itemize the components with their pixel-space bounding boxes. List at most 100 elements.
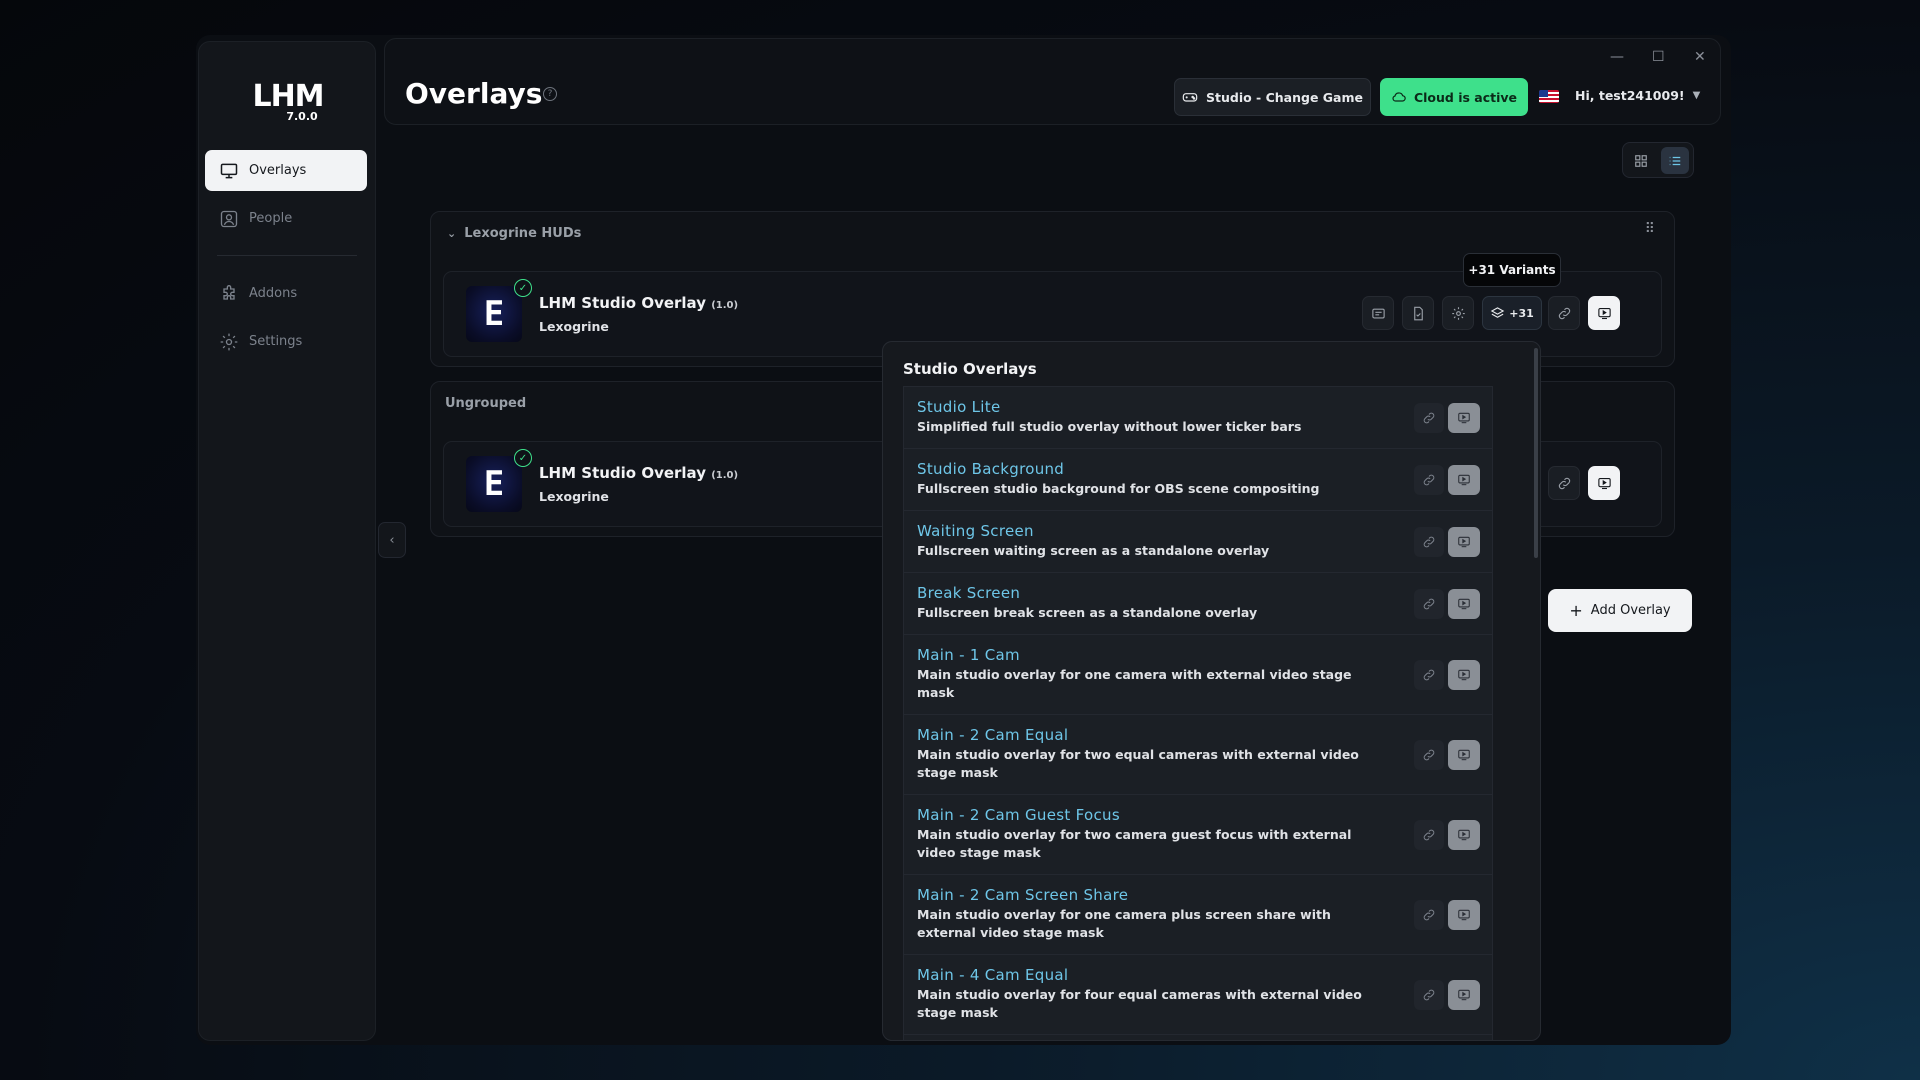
variant-item[interactable]: Main - 4 Cam Guest Focus: [903, 1035, 1493, 1042]
preview-button[interactable]: [1588, 296, 1620, 330]
copy-link-button[interactable]: [1414, 1041, 1444, 1042]
scrollbar[interactable]: [1534, 348, 1538, 558]
variant-item[interactable]: Main - 4 Cam Equal Main studio overlay fo…: [903, 955, 1493, 1035]
change-game-button[interactable]: Studio - Change Game: [1174, 78, 1371, 116]
list-view-button[interactable]: [1661, 147, 1689, 174]
gear-icon: [220, 333, 238, 350]
collapse-sidebar-button[interactable]: ‹: [378, 522, 406, 558]
variant-item[interactable]: Waiting Screen Fullscreen waiting screen …: [903, 511, 1493, 573]
logo: LHM 7.0.0: [199, 82, 377, 124]
variant-name[interactable]: Main - 1 Cam: [917, 646, 1372, 664]
variant-name[interactable]: Main - 2 Cam Equal: [917, 726, 1372, 744]
variants-count: +31: [1509, 306, 1534, 320]
grid-view-button[interactable]: [1627, 147, 1655, 174]
maximize-icon[interactable]: ☐: [1652, 49, 1665, 65]
variant-item[interactable]: Main - 2 Cam Equal Main studio overlay fo…: [903, 715, 1493, 795]
variant-item[interactable]: Studio Lite Simplified full studio overla…: [903, 386, 1493, 449]
copy-link-button[interactable]: [1414, 526, 1444, 557]
group-menu-icon[interactable]: ⠿: [1645, 222, 1656, 236]
preview-button[interactable]: [1448, 899, 1480, 930]
link-icon: [1423, 989, 1435, 1000]
variant-item[interactable]: Main - 2 Cam Screen Share Main studio ove…: [903, 875, 1493, 955]
copy-link-button[interactable]: [1414, 979, 1444, 1010]
chevron-down-icon: ⌄: [447, 227, 457, 240]
sidebar-item-label: Overlays: [249, 163, 307, 178]
sidebar-item-settings[interactable]: Settings: [205, 321, 367, 362]
user-menu[interactable]: Hi, test241009! ▼: [1575, 88, 1700, 103]
variants-button[interactable]: +31: [1482, 296, 1542, 330]
preview-button[interactable]: [1448, 1041, 1480, 1042]
variant-description: Main studio overlay for four equal camer…: [917, 987, 1362, 1020]
variant-name[interactable]: Waiting Screen: [917, 522, 1372, 540]
variant-description: Main studio overlay for one camera with …: [917, 667, 1352, 700]
variant-item[interactable]: Break Screen Fullscreen break screen as a…: [903, 573, 1493, 635]
add-overlay-label: Add Overlay: [1590, 603, 1671, 618]
link-icon: [1423, 909, 1435, 920]
layers-icon: [1490, 306, 1505, 318]
preview-button[interactable]: [1448, 979, 1480, 1010]
monitor-icon: [220, 163, 238, 178]
sidebar-item-addons[interactable]: Addons: [205, 273, 367, 314]
preview-button[interactable]: [1448, 588, 1480, 619]
copy-link-button[interactable]: [1414, 402, 1444, 433]
puzzle-icon: [223, 284, 235, 300]
check-icon: ✓: [514, 449, 532, 467]
variant-item[interactable]: Main - 2 Cam Guest Focus Main studio over…: [903, 795, 1493, 875]
cloud-status-button[interactable]: Cloud is active: [1380, 78, 1528, 116]
close-icon[interactable]: ✕: [1694, 49, 1706, 65]
logs-button[interactable]: [1362, 296, 1394, 330]
overlay-title: LHM Studio Overlay (1.0): [539, 464, 739, 482]
group-header: Ungrouped: [445, 396, 526, 411]
copy-link-button[interactable]: [1414, 819, 1444, 850]
overlay-thumbnail: E: [466, 286, 522, 342]
preview-button[interactable]: [1448, 739, 1480, 770]
copy-link-button[interactable]: [1414, 899, 1444, 930]
copy-link-button[interactable]: [1414, 659, 1444, 690]
copy-link-button[interactable]: [1414, 588, 1444, 619]
preview-button[interactable]: [1448, 526, 1480, 557]
change-game-label: Studio - Change Game: [1206, 89, 1363, 105]
page-title: Overlays: [405, 77, 543, 110]
sidebar-item-label: Addons: [249, 286, 298, 301]
copy-link-button[interactable]: [1548, 466, 1580, 500]
variant-name[interactable]: Studio Background: [917, 460, 1372, 478]
minimize-icon[interactable]: —: [1610, 49, 1624, 65]
preview-button[interactable]: [1588, 466, 1620, 500]
variant-name[interactable]: Main - 2 Cam Screen Share: [917, 886, 1372, 904]
sidebar-item-label: People: [249, 211, 293, 226]
user-square-icon: [220, 210, 238, 227]
link-icon: [1423, 598, 1435, 609]
file-button[interactable]: [1402, 296, 1434, 330]
sidebar-item-overlays[interactable]: Overlays: [205, 150, 367, 191]
link-icon: [1558, 477, 1570, 489]
variant-item[interactable]: Main - 1 Cam Main studio overlay for one …: [903, 635, 1493, 715]
preview-button[interactable]: [1448, 402, 1480, 433]
copy-link-button[interactable]: [1414, 739, 1444, 770]
sidebar-item-people[interactable]: People: [205, 198, 367, 239]
copy-link-button[interactable]: [1414, 464, 1444, 495]
variant-item[interactable]: Studio Background Fullscreen studio backg…: [903, 449, 1493, 511]
grid-icon: [1635, 154, 1647, 167]
check-icon: ✓: [514, 279, 532, 297]
copy-link-button[interactable]: [1548, 296, 1580, 330]
preview-button[interactable]: [1448, 659, 1480, 690]
variant-name[interactable]: Main - 2 Cam Guest Focus: [917, 806, 1372, 824]
link-icon: [1423, 412, 1435, 423]
help-icon[interactable]: ?: [543, 87, 557, 101]
preview-button[interactable]: [1448, 819, 1480, 850]
variant-name[interactable]: Break Screen: [917, 584, 1372, 602]
variant-name[interactable]: Main - 4 Cam Equal: [917, 966, 1372, 984]
variant-name[interactable]: Studio Lite: [917, 398, 1372, 416]
add-overlay-button[interactable]: + Add Overlay: [1548, 589, 1692, 632]
settings-button[interactable]: [1442, 296, 1474, 330]
group-header[interactable]: ⌄ Lexogrine HUDs: [447, 226, 581, 241]
play-screen-icon: [1458, 412, 1470, 423]
dropdown-title: Studio Overlays: [903, 360, 1037, 378]
preview-button[interactable]: [1448, 464, 1480, 495]
link-icon: [1423, 829, 1435, 840]
app-version: 7.0.0: [286, 110, 318, 123]
us-flag-icon[interactable]: [1539, 90, 1559, 103]
link-icon: [1423, 536, 1435, 547]
top-header: Overlays ? — ☐ ✕ Studio - Change Game Cl…: [384, 38, 1721, 125]
variant-description: Main studio overlay for two camera guest…: [917, 827, 1352, 860]
